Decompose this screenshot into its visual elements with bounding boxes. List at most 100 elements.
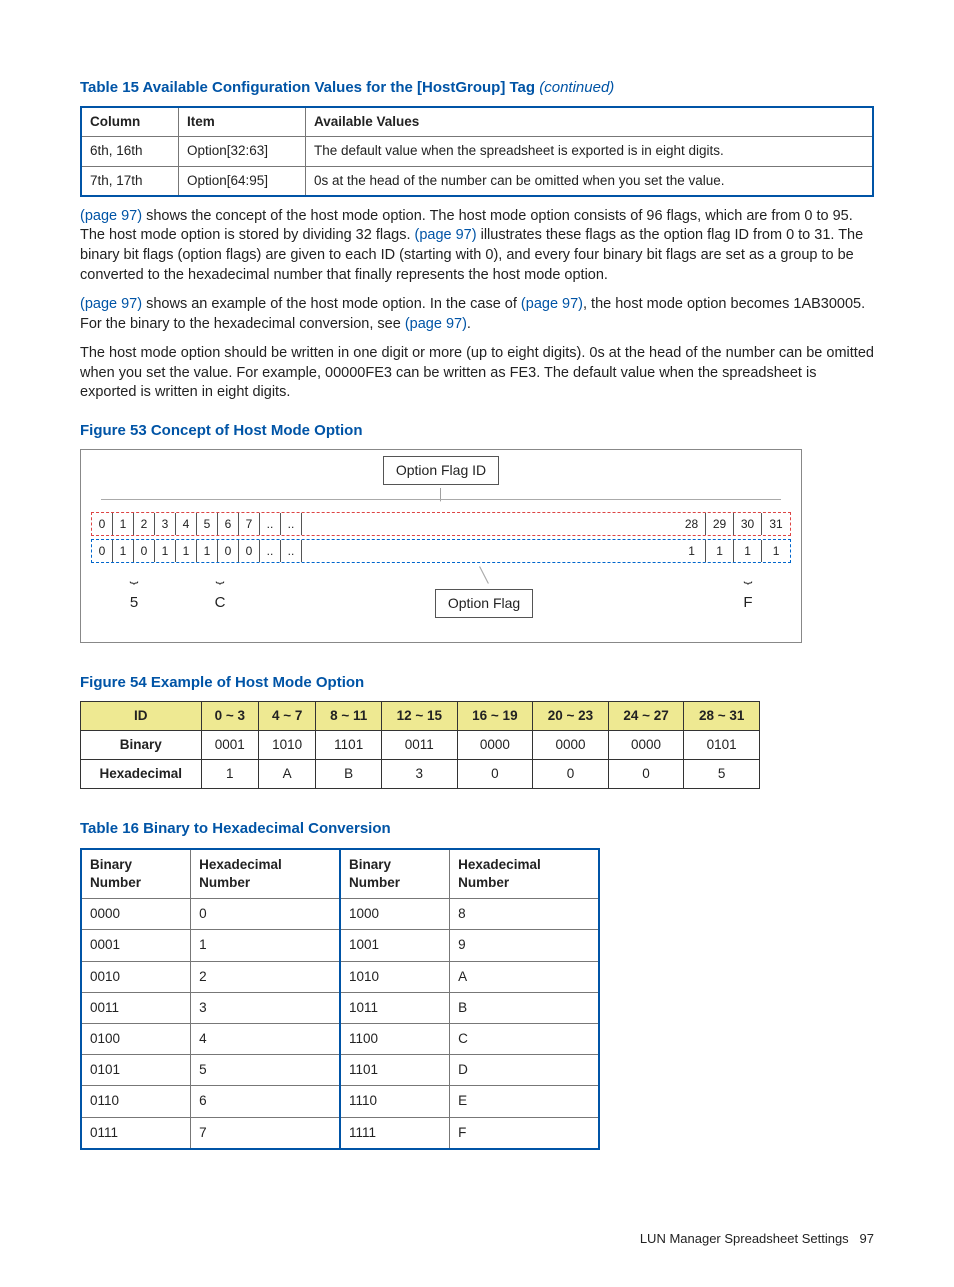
cell: 7 xyxy=(191,1117,340,1149)
t16-header: Binary Number xyxy=(340,849,450,899)
figure-53: Option Flag ID │ 01234567....28293031 01… xyxy=(80,449,802,642)
flag-cell xyxy=(574,540,595,562)
cell: 2 xyxy=(191,961,340,992)
ex-cell: 0 xyxy=(457,760,533,789)
ex-header: 24 ~ 27 xyxy=(608,701,684,730)
table-row: 010151101D xyxy=(81,1055,599,1086)
fig54-caption: Figure 54 Example of Host Mode Option xyxy=(80,673,874,693)
ex-cell: 0 xyxy=(533,760,609,789)
cell: 3 xyxy=(191,992,340,1023)
brace: ⏟ xyxy=(705,567,791,587)
brace: ⏟ xyxy=(91,567,177,587)
cell: 0 xyxy=(191,899,340,930)
flag-cell: 6 xyxy=(218,513,239,535)
ex-header: 4 ~ 7 xyxy=(258,701,315,730)
flag-cell: 4 xyxy=(176,513,197,535)
flag-cell xyxy=(511,513,532,535)
cell: F xyxy=(450,1117,599,1149)
bin-row: 01011100....1111 xyxy=(91,539,791,563)
table15: Column Item Available Values 6th, 16th O… xyxy=(80,106,874,197)
hex-f: F xyxy=(705,593,791,613)
flag-cell xyxy=(386,513,407,535)
flag-cell: .. xyxy=(281,513,302,535)
ex-cell: Hexadecimal xyxy=(81,760,202,789)
flag-cell: 7 xyxy=(239,513,260,535)
flag-cell: 1 xyxy=(706,540,734,562)
flag-cell xyxy=(615,513,636,535)
cell: 0000 xyxy=(81,899,191,930)
th-item: Item xyxy=(179,107,306,137)
flag-cell xyxy=(594,513,615,535)
ex-cell: 1010 xyxy=(258,731,315,760)
ex-cell: 1 xyxy=(201,760,258,789)
page-link[interactable]: (page 97) xyxy=(521,296,583,312)
ex-header: 28 ~ 31 xyxy=(684,701,760,730)
flag-cell xyxy=(532,540,553,562)
t16-header: Hexadecimal Number xyxy=(450,849,599,899)
cell: 5 xyxy=(191,1055,340,1086)
flag-cell xyxy=(657,540,678,562)
cell: 1110 xyxy=(340,1086,450,1117)
flag-cell: 0 xyxy=(218,540,239,562)
ex-cell: 0011 xyxy=(381,731,457,760)
table-row: 010041100C xyxy=(81,1024,599,1055)
th-values: Available Values xyxy=(306,107,874,137)
table-row: 0000010008 xyxy=(81,899,599,930)
ex-cell: 0 xyxy=(608,760,684,789)
t16-header: Hexadecimal Number xyxy=(191,849,340,899)
ex-cell: Binary xyxy=(81,731,202,760)
flag-cell: 1 xyxy=(176,540,197,562)
text: . xyxy=(467,316,471,332)
page-link[interactable]: (page 97) xyxy=(80,296,142,312)
flag-cell: 0 xyxy=(239,540,260,562)
ex-cell: B xyxy=(316,760,382,789)
flag-cell xyxy=(344,540,365,562)
ex-header: ID xyxy=(81,701,202,730)
ex-cell: 0000 xyxy=(457,731,533,760)
page-link[interactable]: (page 97) xyxy=(80,208,142,224)
hex-5: 5 xyxy=(91,593,177,613)
cell: A xyxy=(450,961,599,992)
figure-54-table: ID0 ~ 34 ~ 78 ~ 1112 ~ 1516 ~ 1920 ~ 232… xyxy=(80,701,760,790)
brace: ⏟ xyxy=(177,567,263,587)
cell: 0s at the head of the number can be omit… xyxy=(306,166,874,196)
cell: 0111 xyxy=(81,1117,191,1149)
table-row: 011061110E xyxy=(81,1086,599,1117)
flag-cell: 1 xyxy=(155,540,176,562)
flag-cell: 0 xyxy=(92,540,113,562)
table15-continued: (continued) xyxy=(539,79,614,96)
flag-cell: 28 xyxy=(678,513,706,535)
option-flag-id-label: Option Flag ID xyxy=(383,456,499,485)
page-link[interactable]: (page 97) xyxy=(415,227,477,243)
paragraph-1: (page 97) shows the concept of the host … xyxy=(80,207,874,285)
flag-cell xyxy=(406,540,427,562)
paragraph-2: (page 97) shows an example of the host m… xyxy=(80,295,874,334)
cell: Option[64:95] xyxy=(179,166,306,196)
flag-cell xyxy=(427,540,448,562)
ex-cell: 0101 xyxy=(684,731,760,760)
table16: Binary NumberHexadecimal NumberBinary Nu… xyxy=(80,848,600,1150)
table-row: 001021010A xyxy=(81,961,599,992)
page-link[interactable]: (page 97) xyxy=(405,316,467,332)
cell: 1 xyxy=(191,930,340,961)
flag-cell: 0 xyxy=(134,540,155,562)
cell: 9 xyxy=(450,930,599,961)
flag-cell xyxy=(574,513,595,535)
flag-cell: 0 xyxy=(92,513,113,535)
flag-cell xyxy=(448,540,469,562)
cell: 1111 xyxy=(340,1117,450,1149)
cell: 0110 xyxy=(81,1086,191,1117)
flag-cell: 30 xyxy=(734,513,762,535)
flag-cell xyxy=(490,540,511,562)
cell: 1011 xyxy=(340,992,450,1023)
flag-cell xyxy=(636,513,657,535)
ex-cell: 0001 xyxy=(201,731,258,760)
flag-cell: 1 xyxy=(678,540,706,562)
cell: 0010 xyxy=(81,961,191,992)
t16-header: Binary Number xyxy=(81,849,191,899)
cell: E xyxy=(450,1086,599,1117)
option-flag-label: Option Flag xyxy=(435,589,533,618)
flag-cell xyxy=(406,513,427,535)
ex-header: 8 ~ 11 xyxy=(316,701,382,730)
flag-cell xyxy=(469,513,490,535)
